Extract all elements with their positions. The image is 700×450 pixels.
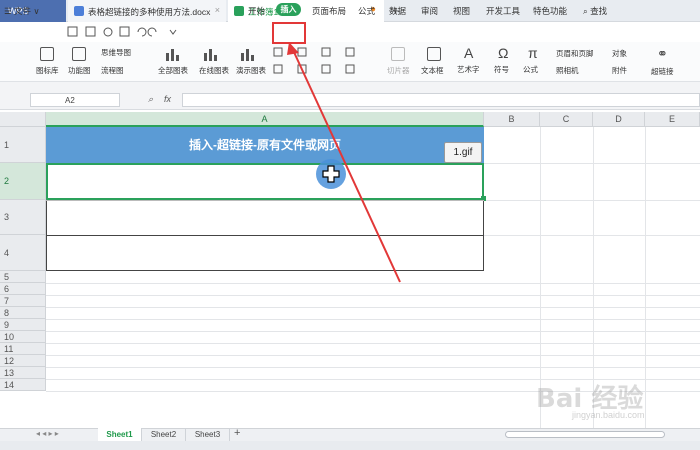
sheet-nav-icons[interactable]: ◂ ◂ ▸ ▸: [36, 429, 59, 438]
status-bar: [0, 441, 700, 450]
sheet-tab-3[interactable]: Sheet3: [186, 428, 230, 441]
sheet-tab-1[interactable]: Sheet1: [98, 428, 142, 441]
horizontal-scrollbar[interactable]: [505, 431, 665, 438]
sheet-tab-2[interactable]: Sheet2: [142, 428, 186, 441]
add-sheet-button[interactable]: +: [234, 427, 240, 439]
baidu-watermark-url: jingyan.baidu.com: [572, 410, 645, 420]
